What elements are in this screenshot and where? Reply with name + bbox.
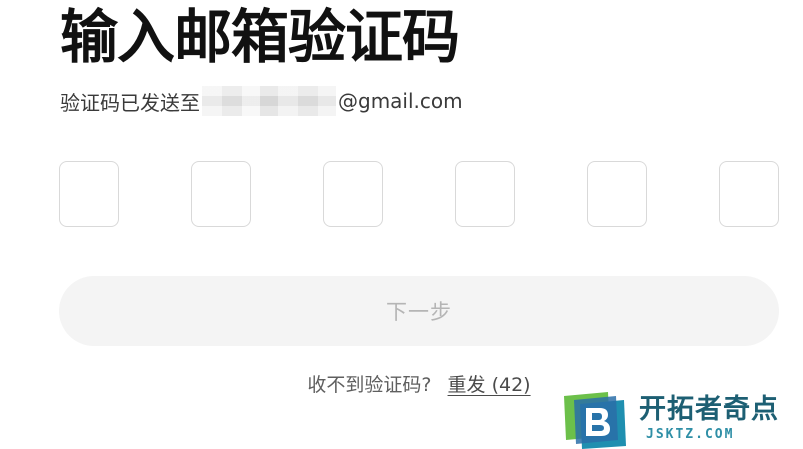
watermark-site-name: 开拓者奇点 — [639, 394, 779, 425]
verification-code-inputs — [59, 161, 779, 227]
resend-prompt: 收不到验证码? — [307, 374, 432, 396]
code-digit-input-3[interactable] — [323, 161, 383, 227]
next-step-button[interactable]: 下一步 — [59, 276, 779, 346]
email-verification-page: 输入邮箱验证码 验证码已发送至 @gmail.com 下一步 收不到验证码? 重… — [0, 0, 803, 449]
sent-to-prefix: 验证码已发送至 — [60, 90, 200, 115]
watermark-domain: JSKTZ.COM — [646, 427, 735, 442]
code-digit-input-1[interactable] — [59, 161, 119, 227]
resend-code-link[interactable]: 重发 (42) — [448, 374, 531, 396]
masked-email-address — [202, 86, 336, 116]
sent-to-notice: 验证码已发送至 @gmail.com — [60, 86, 463, 116]
email-domain: @gmail.com — [338, 89, 463, 113]
watermark-logo-icon — [564, 392, 626, 449]
site-watermark: 开拓者奇点 JSKTZ.COM — [562, 392, 803, 449]
code-digit-input-2[interactable] — [191, 161, 251, 227]
page-title: 输入邮箱验证码 — [60, 3, 460, 71]
code-digit-input-4[interactable] — [455, 161, 515, 227]
code-digit-input-6[interactable] — [719, 161, 779, 227]
code-digit-input-5[interactable] — [587, 161, 647, 227]
